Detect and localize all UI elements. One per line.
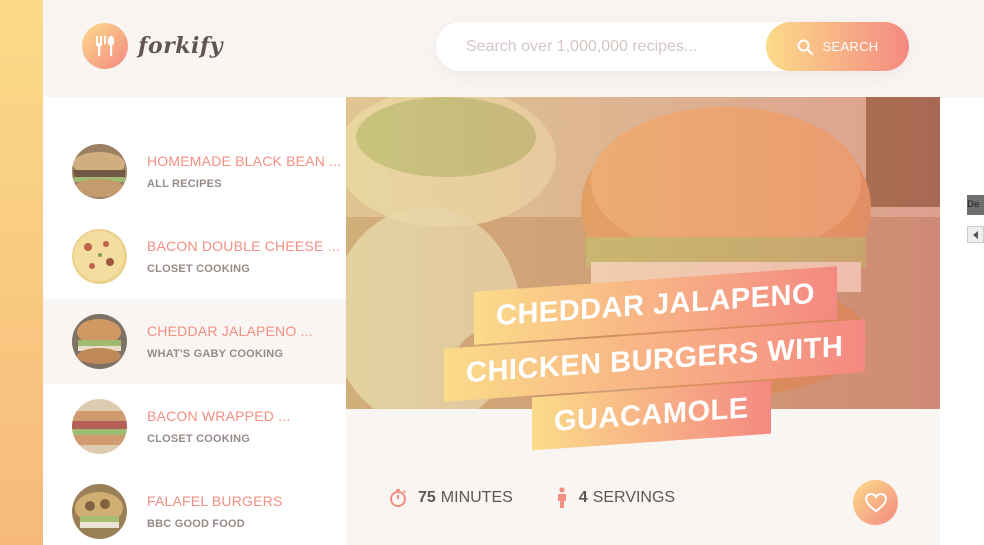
result-item[interactable]: HOMEMADE BLACK BEAN ... ALL RECIPES (43, 129, 346, 214)
search-button-label: SEARCH (822, 39, 879, 54)
servings-value: 4 (578, 489, 588, 506)
search-input[interactable] (466, 37, 756, 56)
result-title: CHEDDAR JALAPENO ... (147, 323, 313, 339)
stopwatch-icon (390, 489, 406, 507)
result-thumbnail (72, 484, 127, 539)
app-window: forkify SEARCH (43, 0, 984, 545)
recipe-panel: CHEDDAR JALAPENO CHICKEN BURGERS WITH GU… (346, 97, 940, 545)
favorite-button[interactable] (853, 480, 898, 525)
recipe-time: 75 MINUTES (388, 488, 513, 508)
time-value: 75 (418, 489, 436, 506)
result-author: WHAT'S GABY COOKING (147, 348, 284, 360)
recipe-details: 75 MINUTES 4 SERVINGS (388, 487, 717, 509)
result-title: BACON WRAPPED ... (147, 408, 291, 424)
result-item[interactable]: BACON DOUBLE CHEESE ... CLOSET COOKING (43, 214, 346, 299)
search-form: SEARCH (436, 22, 909, 71)
result-item[interactable]: FALAFEL BURGERS BBC GOOD FOOD (43, 469, 346, 545)
time-unit: MINUTES (440, 489, 513, 506)
result-author: ALL RECIPES (147, 178, 222, 190)
fork-knife-icon (82, 23, 128, 69)
result-thumbnail (72, 144, 127, 199)
result-thumbnail (72, 229, 127, 284)
edge-tab[interactable]: De (967, 195, 984, 215)
search-button[interactable]: SEARCH (766, 22, 909, 71)
header: forkify SEARCH (43, 0, 984, 97)
result-item[interactable]: BACON WRAPPED ... CLOSET COOKING (43, 384, 346, 469)
servings-unit: SERVINGS (592, 489, 676, 506)
heart-icon (864, 492, 887, 512)
person-icon (557, 487, 566, 508)
result-author: CLOSET COOKING (147, 433, 251, 445)
result-title: BACON DOUBLE CHEESE ... (147, 238, 340, 254)
logo-text: forkify (138, 33, 224, 59)
search-results: HOMEMADE BLACK BEAN ... ALL RECIPES BACO… (43, 97, 346, 545)
result-author: CLOSET COOKING (147, 263, 251, 275)
result-author: BBC GOOD FOOD (147, 518, 245, 530)
collapse-arrow-icon[interactable] (967, 226, 984, 243)
result-title: HOMEMADE BLACK BEAN ... (147, 153, 342, 169)
result-item-active[interactable]: CHEDDAR JALAPENO ... WHAT'S GABY COOKING (43, 299, 346, 384)
result-thumbnail (72, 399, 127, 454)
result-title: FALAFEL BURGERS (147, 493, 283, 509)
search-icon (797, 39, 813, 55)
result-thumbnail (72, 314, 127, 369)
recipe-servings: 4 SERVINGS (555, 487, 675, 509)
logo[interactable]: forkify (82, 23, 223, 69)
